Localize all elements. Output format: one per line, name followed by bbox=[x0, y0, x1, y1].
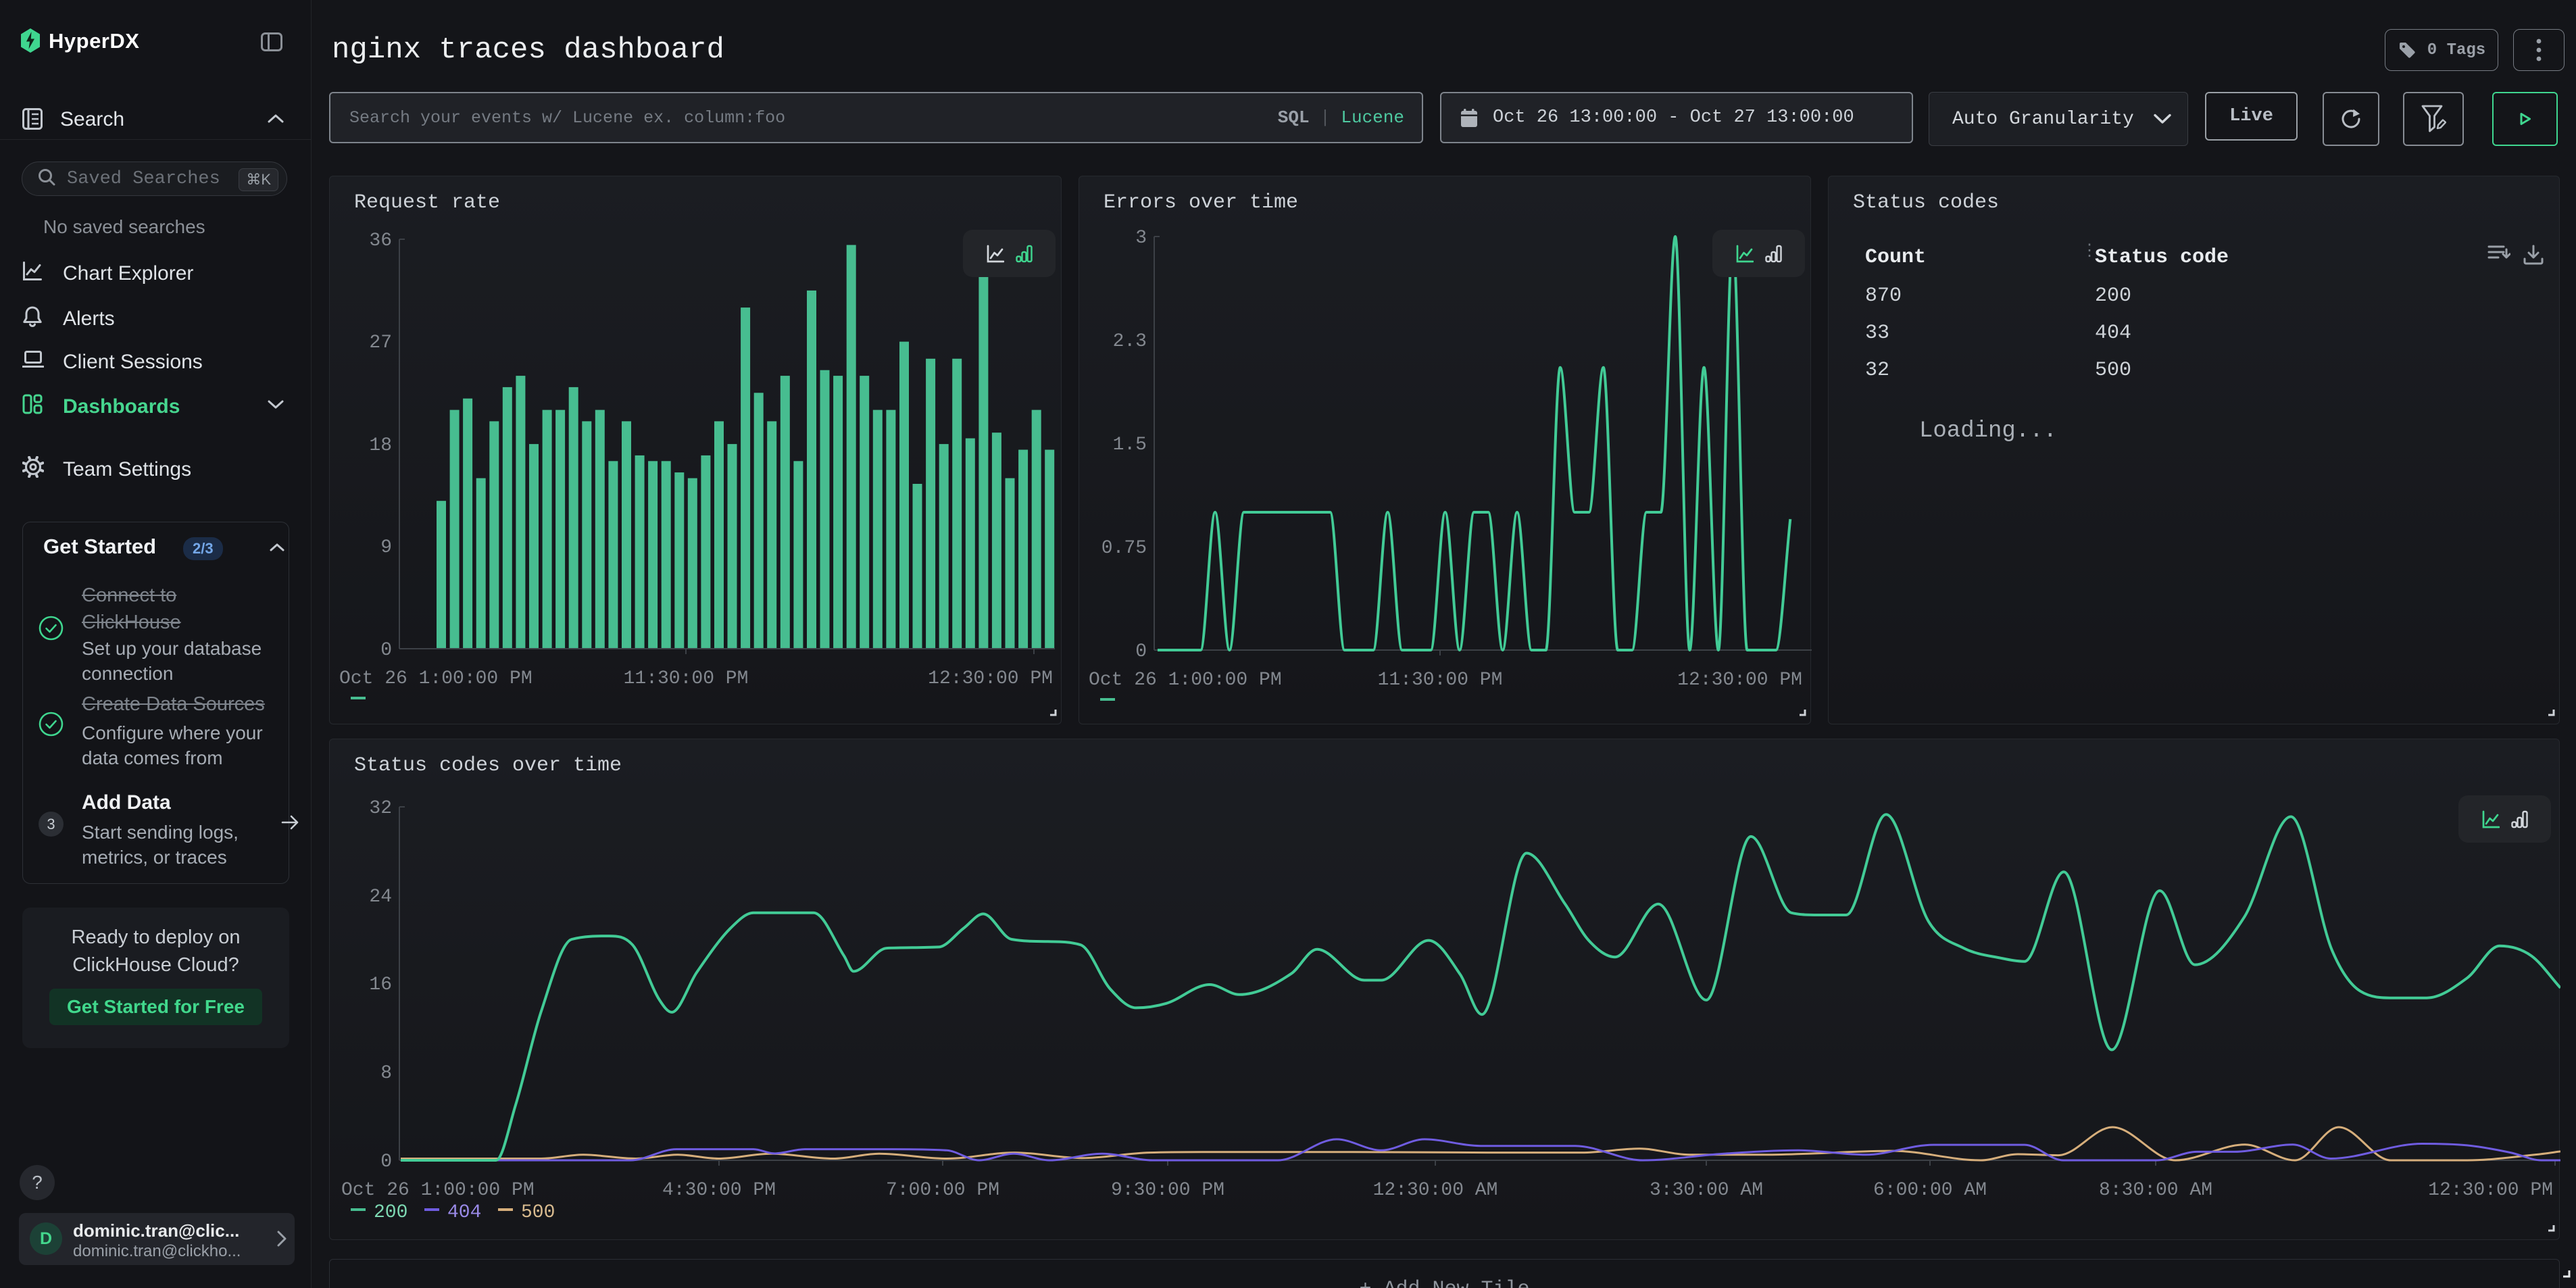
svg-text:404: 404 bbox=[447, 1202, 481, 1223]
svg-text:3: 3 bbox=[1135, 228, 1147, 249]
svg-text:9:30:00 PM: 9:30:00 PM bbox=[1111, 1180, 1224, 1201]
svg-text:Oct 26 1:00:00 PM: Oct 26 1:00:00 PM bbox=[339, 668, 532, 689]
svg-text:8:30:00 AM: 8:30:00 AM bbox=[2099, 1180, 2212, 1201]
svg-text:3:30:00 AM: 3:30:00 AM bbox=[1650, 1180, 1763, 1201]
svg-text:24: 24 bbox=[369, 887, 392, 908]
svg-text:7:00:00 PM: 7:00:00 PM bbox=[886, 1180, 999, 1201]
svg-text:6:00:00 AM: 6:00:00 AM bbox=[1873, 1180, 1987, 1201]
svg-text:11:30:00 PM: 11:30:00 PM bbox=[624, 668, 749, 689]
svg-text:32: 32 bbox=[369, 798, 392, 819]
svg-text:1.5: 1.5 bbox=[1113, 435, 1147, 455]
svg-text:8: 8 bbox=[380, 1063, 392, 1084]
svg-text:36: 36 bbox=[369, 230, 392, 251]
svg-text:200: 200 bbox=[374, 1202, 407, 1223]
svg-text:12:30:00 PM: 12:30:00 PM bbox=[2428, 1180, 2553, 1201]
svg-text:4:30:00 PM: 4:30:00 PM bbox=[662, 1180, 776, 1201]
svg-text:0: 0 bbox=[1135, 641, 1147, 662]
svg-text:18: 18 bbox=[369, 435, 392, 456]
svg-text:9: 9 bbox=[380, 537, 392, 558]
svg-text:0: 0 bbox=[380, 1151, 392, 1172]
svg-text:16: 16 bbox=[369, 974, 392, 995]
svg-text:2.3: 2.3 bbox=[1113, 331, 1147, 352]
svg-text:500: 500 bbox=[521, 1202, 555, 1223]
svg-text:Oct 26 1:00:00 PM: Oct 26 1:00:00 PM bbox=[341, 1180, 535, 1201]
svg-text:12:30:00 AM: 12:30:00 AM bbox=[1373, 1180, 1498, 1201]
svg-text:11:30:00 PM: 11:30:00 PM bbox=[1378, 670, 1503, 691]
svg-text:0.75: 0.75 bbox=[1101, 538, 1147, 559]
svg-text:0: 0 bbox=[380, 640, 392, 661]
svg-text:Oct 26 1:00:00 PM: Oct 26 1:00:00 PM bbox=[1089, 670, 1282, 691]
svg-text:12:30:00 PM: 12:30:00 PM bbox=[1677, 670, 1802, 691]
svg-text:12:30:00 PM: 12:30:00 PM bbox=[928, 668, 1053, 689]
svg-text:27: 27 bbox=[369, 332, 392, 353]
